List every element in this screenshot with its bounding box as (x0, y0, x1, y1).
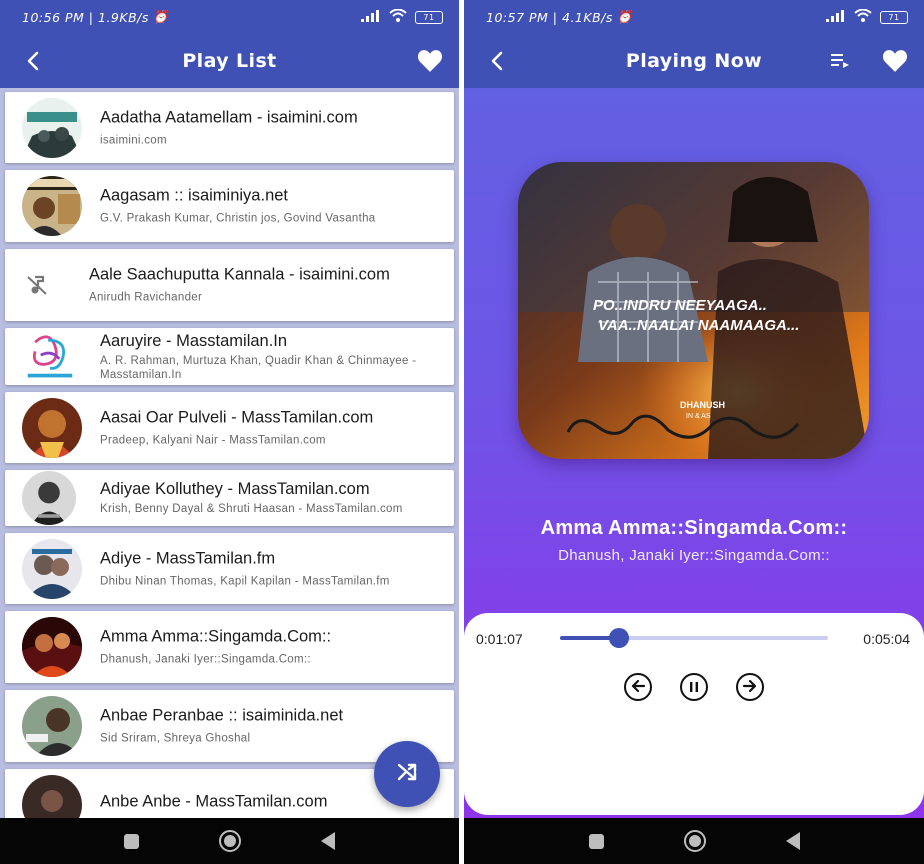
arrow-left-icon (630, 678, 646, 697)
signal-icon (361, 9, 381, 25)
album-art-thumbnail (22, 617, 82, 677)
song-artist: isaimini.com (100, 134, 167, 146)
playlist-icon[interactable] (826, 47, 854, 75)
song-item[interactable]: Aaruyire - Masstamilan.In A. R. Rahman, … (5, 328, 454, 385)
song-artist: Dhanush, Janaki Iyer::Singamda.Com:: (100, 653, 311, 666)
wifi-icon (389, 8, 407, 25)
song-artist: A. R. Rahman, Murtuza Khan, Quadir Khan … (100, 354, 417, 381)
poster-line-1: PO..INDRU NEEYAAGA.. (593, 297, 767, 314)
song-title: Aadatha Aatamellam - isaimini.com (100, 108, 358, 126)
song-artist: G.V. Prakash Kumar, Christin jos, Govind… (100, 212, 376, 225)
album-art-thumbnail (22, 397, 82, 458)
song-item[interactable]: Aasai Oar Pulveli - MassTamilan.com Prad… (5, 392, 454, 463)
status-speed: 4.1KB/s (562, 9, 613, 25)
song-item[interactable]: Adiye - MassTamilan.fm Dhibu Ninan Thoma… (5, 533, 454, 604)
battery-icon: 71 (415, 10, 443, 24)
song-title: Aaruyire - Masstamilan.In (100, 331, 288, 350)
album-art-thumbnail (22, 176, 82, 236)
seek-bar[interactable] (560, 628, 828, 648)
previous-button[interactable] (624, 673, 652, 701)
song-title: Aagasam :: isaiminiya.net (100, 186, 289, 205)
music-off-icon (25, 273, 49, 297)
playlist-screen: 10:56 PM | 1.9KB/s ⏰ 71 Play List Aadath… (0, 0, 459, 864)
battery-icon: 71 (880, 10, 908, 24)
back-arrow-icon[interactable] (20, 47, 48, 75)
alarm-icon: ⏰ (616, 9, 633, 24)
album-art-thumbnail (22, 97, 82, 158)
status-bar: 10:57 PM | 4.1KB/s ⏰ 71 (464, 0, 924, 34)
song-artist: Pradeep, Kalyani Nair - MassTamilan.com (100, 434, 326, 446)
seek-bar-thumb[interactable] (608, 628, 629, 648)
home-icon[interactable] (219, 830, 241, 852)
song-artist: Anirudh Ravichander (89, 291, 203, 304)
album-art-thumbnail (22, 330, 78, 383)
pause-icon (688, 678, 700, 697)
shuffle-button[interactable] (374, 741, 440, 807)
album-art-thumbnail (22, 696, 82, 756)
song-title: Anbae Peranbae :: isaiminida.net (100, 706, 344, 725)
song-item[interactable]: Aadatha Aatamellam - isaimini.com isaimi… (5, 92, 454, 163)
back-triangle-icon[interactable] (321, 832, 335, 850)
recent-apps-icon[interactable] (588, 833, 604, 849)
poster-line-2: VAA..NAALAI NAAMAAGA... (598, 317, 799, 334)
total-duration: 0:05:04 (863, 631, 910, 647)
system-nav-bar (0, 818, 459, 864)
now-playing-artist: Dhanush, Janaki Iyer::Singamda.Com:: (558, 547, 830, 564)
home-icon[interactable] (683, 830, 706, 852)
song-item[interactable]: Adiyae Kolluthey - MassTamilan.com Krish… (5, 470, 454, 526)
song-title: Adiye - MassTamilan.fm (100, 549, 276, 567)
next-button[interactable] (736, 673, 764, 701)
song-title: Adiyae Kolluthey - MassTamilan.com (100, 480, 370, 498)
heart-icon[interactable] (881, 47, 909, 75)
elapsed-time: 0:01:07 (476, 631, 523, 647)
page-title: Play List (182, 50, 277, 72)
arrow-right-icon (742, 678, 758, 697)
album-art-thumbnail (22, 538, 82, 599)
app-bar: Playing Now (464, 34, 924, 88)
now-playing-screen: 10:57 PM | 4.1KB/s ⏰ 71 Playing Now PO..… (464, 0, 924, 864)
now-playing-title: Amma Amma::Singamda.Com:: (540, 517, 848, 539)
song-item[interactable]: Aagasam :: isaiminiya.net G.V. Prakash K… (5, 170, 454, 242)
song-item[interactable]: Amma Amma::Singamda.Com:: Dhanush, Janak… (5, 611, 454, 683)
app-bar: Play List (0, 34, 459, 88)
song-title: Aale Saachuputta Kannala - isaimini.com (89, 265, 390, 284)
alarm-icon: ⏰ (152, 9, 169, 24)
wifi-icon (854, 8, 872, 25)
song-title: Amma Amma::Singamda.Com:: (100, 627, 332, 646)
status-time: 10:56 PM (22, 9, 85, 25)
song-list: Aadatha Aatamellam - isaimini.com isaimi… (5, 92, 454, 848)
player-controls-panel: 0:01:07 0:05:04 (464, 613, 924, 815)
album-art-thumbnail (22, 471, 76, 525)
signal-icon (826, 9, 846, 25)
back-arrow-icon[interactable] (484, 47, 512, 75)
poster-credit: DHANUSH (680, 400, 725, 410)
poster-credit-sub: IN & AS (686, 413, 711, 420)
status-time: 10:57 PM (486, 9, 549, 25)
song-artist: Krish, Benny Dayal & Shruti Haasan - Mas… (100, 503, 403, 515)
system-nav-bar (464, 818, 924, 864)
song-artist: Dhibu Ninan Thomas, Kapil Kapilan - Mass… (100, 575, 390, 587)
status-bar: 10:56 PM | 1.9KB/s ⏰ 71 (0, 0, 459, 34)
song-item[interactable]: Aale Saachuputta Kannala - isaimini.com … (5, 249, 454, 321)
heart-icon[interactable] (416, 47, 444, 75)
page-title: Playing Now (625, 50, 763, 72)
song-title: Aasai Oar Pulveli - MassTamilan.com (100, 408, 374, 426)
album-art: PO..INDRU NEEYAAGA.. VAA..NAALAI NAAMAAG… (518, 162, 869, 459)
recent-apps-icon[interactable] (124, 833, 139, 849)
shuffle-icon (395, 760, 419, 788)
back-triangle-icon[interactable] (785, 832, 800, 850)
pause-button[interactable] (680, 673, 708, 701)
status-speed: 1.9KB/s (98, 9, 149, 25)
